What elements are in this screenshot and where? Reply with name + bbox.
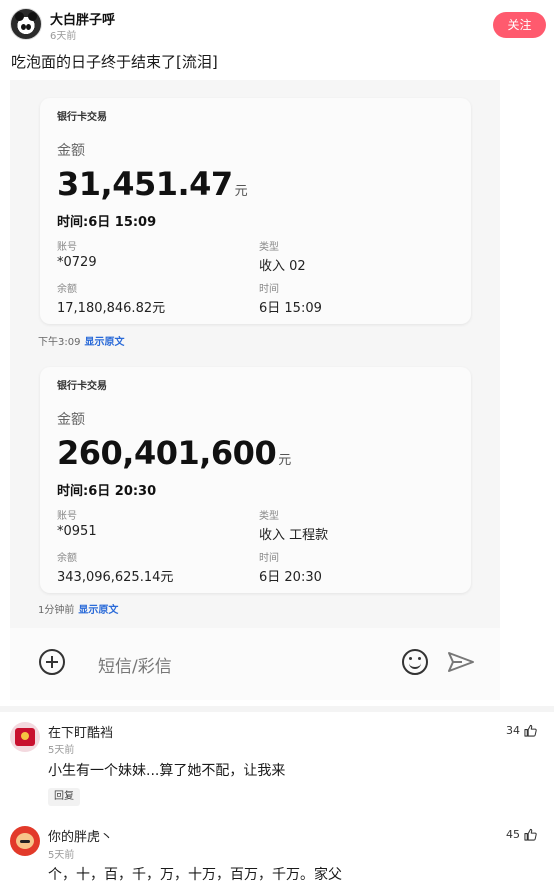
type-value: 收入 02: [259, 259, 306, 274]
commenter-name[interactable]: 在下盯酷裆: [48, 722, 113, 741]
post-image[interactable]: 银行卡交易 金额 31,451.47 元 时间:6日 15:09 账号 *0729…: [10, 80, 500, 700]
transaction-card: 银行卡交易 金额 260,401,600 元 时间:6日 20:30 账号 *09…: [40, 367, 471, 593]
transaction-card: 银行卡交易 金额 31,451.47 元 时间:6日 15:09 账号 *0729…: [40, 98, 471, 324]
time-value: 6日 20:30: [259, 570, 322, 585]
message-stamp: 下午3:09 显示原文: [38, 333, 124, 348]
account-label: 账号: [57, 242, 77, 253]
plus-icon[interactable]: [39, 649, 65, 675]
message-time: 1分钟前: [38, 605, 75, 616]
post-header: 大白胖子呼 6天前 关注: [0, 0, 554, 46]
transaction-time: 时间:6日 15:09: [57, 215, 157, 230]
balance-value: 343,096,625.14元: [57, 570, 174, 585]
commenter-name[interactable]: 你的胖虎丶: [48, 826, 113, 845]
reply-button[interactable]: 回复: [48, 788, 80, 806]
commenter-avatar[interactable]: [10, 826, 40, 856]
emoji-icon[interactable]: [402, 649, 428, 675]
author-name[interactable]: 大白胖子呼: [50, 9, 115, 28]
comment-time: 5天前: [48, 745, 75, 756]
time-label: 时间: [259, 284, 279, 295]
account-value: *0951: [57, 524, 97, 539]
like-button[interactable]: 34: [506, 724, 537, 737]
amount-value: 260,401,600 元: [57, 434, 291, 472]
post-text: 吃泡面的日子终于结束了[流泪]: [11, 53, 218, 71]
account-value: *0729: [57, 255, 97, 270]
amount-number: 31,451.47: [57, 165, 233, 203]
comment-text: 个，十，百，千，万，十万，百万，千万。家父: [48, 867, 342, 883]
like-button[interactable]: 45: [506, 828, 537, 841]
message-stamp: 1分钟前 显示原文: [38, 601, 118, 616]
comment-text: 小生有一个妹妹...算了她不配，让我来: [48, 763, 286, 779]
balance-label: 余额: [57, 553, 77, 564]
panda-eye-icon: [26, 24, 31, 30]
amount-unit: 元: [278, 453, 291, 468]
type-value: 收入 工程款: [259, 528, 329, 543]
follow-button[interactable]: 关注: [493, 12, 546, 38]
card-title: 银行卡交易: [57, 381, 107, 392]
thumbs-up-icon: [524, 828, 537, 841]
amount-label: 金额: [57, 143, 85, 159]
show-original-link[interactable]: 显示原文: [84, 337, 124, 348]
message-input[interactable]: 短信/彩信: [98, 652, 172, 677]
balance-label: 余额: [57, 284, 77, 295]
author-avatar[interactable]: [10, 8, 42, 40]
amount-value: 31,451.47 元: [57, 165, 248, 203]
amount-label: 金额: [57, 412, 85, 428]
send-icon[interactable]: [447, 651, 475, 673]
time-value: 6日 15:09: [259, 301, 322, 316]
time-label: 时间: [259, 553, 279, 564]
account-label: 账号: [57, 511, 77, 522]
commenter-avatar[interactable]: [10, 722, 40, 752]
amount-unit: 元: [234, 184, 248, 199]
card-title: 银行卡交易: [57, 112, 107, 123]
panda-ear-icon: [28, 12, 37, 21]
post-time: 6天前: [50, 31, 77, 42]
panda-ear-icon: [15, 12, 24, 21]
thumbs-up-icon: [524, 724, 537, 737]
section-divider: [0, 706, 554, 712]
like-count: 45: [506, 828, 520, 841]
balance-value: 17,180,846.82元: [57, 301, 166, 316]
transaction-time: 时间:6日 20:30: [57, 484, 157, 499]
show-original-link[interactable]: 显示原文: [78, 605, 118, 616]
message-time: 下午3:09: [38, 337, 81, 348]
comment-time: 5天前: [48, 850, 75, 861]
type-label: 类型: [259, 511, 279, 522]
like-count: 34: [506, 724, 520, 737]
type-label: 类型: [259, 242, 279, 253]
amount-number: 260,401,600: [57, 434, 277, 472]
